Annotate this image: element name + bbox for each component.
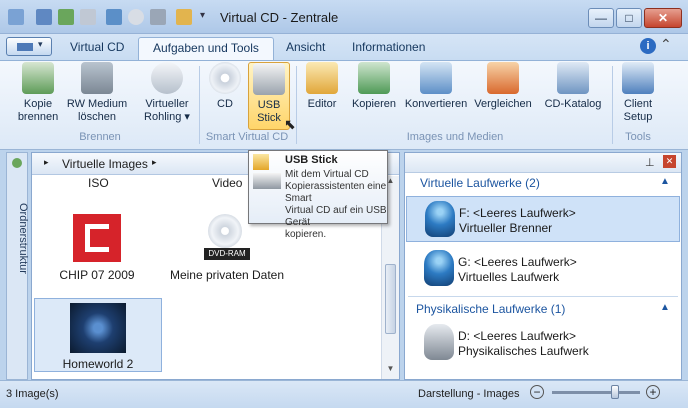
compare-icon <box>487 62 519 94</box>
breadcrumb-chevron-icon[interactable]: ▸ <box>44 157 49 168</box>
group-label-tools: Tools <box>625 131 651 143</box>
copy-icon <box>358 62 390 94</box>
breadcrumb-chevron-icon[interactable]: ▸ <box>152 157 157 168</box>
pin-icon[interactable] <box>12 158 22 168</box>
editor-button[interactable]: Editor <box>302 62 342 130</box>
bd-drive-icon <box>424 250 454 286</box>
vergleichen-button[interactable]: Vergleichen <box>470 62 536 130</box>
title-bar <box>0 0 688 34</box>
konvertieren-button[interactable]: Konvertieren <box>402 62 470 130</box>
minimize-button[interactable]: — <box>588 8 614 28</box>
ribbon-minimize-icon[interactable]: ⌃ <box>660 36 672 53</box>
group-label-images-und-medien: Images und Medien <box>406 131 504 143</box>
group-label-brennen: Brennen <box>79 131 121 143</box>
scroll-thumb[interactable] <box>385 264 396 334</box>
cd-katalog-button[interactable]: CD-Katalog <box>540 62 606 130</box>
chip-logo-icon <box>73 214 121 262</box>
star-icon <box>253 154 269 170</box>
client-setup-button[interactable]: Client Setup <box>616 62 660 130</box>
scroll-down-icon[interactable]: ▼ <box>384 364 397 378</box>
app-menu-button[interactable]: ▾ <box>6 37 52 56</box>
quick-access-drive-icon[interactable] <box>150 9 166 25</box>
quick-access-image-icon[interactable] <box>106 9 122 25</box>
virtueller-rohling-button[interactable]: Virtueller Rohling ▾ <box>138 62 196 130</box>
quick-access-edit-icon[interactable] <box>176 9 192 25</box>
pane-close-icon[interactable]: ✕ <box>663 155 676 168</box>
drive-item-f[interactable]: F: <Leeres Laufwerk> Virtueller Brenner <box>406 196 680 242</box>
image-item-chip[interactable]: CHIP 07 2009 <box>52 210 142 284</box>
dvd-drive-icon <box>424 324 454 360</box>
rw-medium-loeschen-button[interactable]: RW Medium löschen <box>62 62 132 130</box>
divider <box>408 296 678 297</box>
virtual-blank-disc-icon <box>151 62 183 94</box>
kopie-brennen-button[interactable]: Kopie brennen <box>10 62 66 130</box>
pane-pin-icon[interactable]: ⊥ <box>645 156 655 169</box>
cd-button[interactable]: CD <box>204 62 246 130</box>
group-label-smart-virtual-cd: Smart Virtual CD <box>205 131 289 143</box>
usb-stick-icon <box>253 63 285 95</box>
group-header-physical-drives[interactable]: Physikalische Laufwerke (1) <box>416 302 565 316</box>
tab-informationen[interactable]: Informationen <box>338 37 439 60</box>
status-bar: 3 Image(s) Darstellung - Images − + <box>0 380 688 408</box>
tab-aufgaben-und-tools[interactable]: Aufgaben und Tools <box>138 37 274 60</box>
zoom-out-icon[interactable]: − <box>530 385 544 399</box>
drives-pane-header <box>405 153 681 173</box>
dvd-ram-icon: DVD-RAM <box>204 214 250 264</box>
folder-structure-label: Ordnerstruktur <box>17 202 29 274</box>
maximize-button[interactable]: □ <box>616 8 642 28</box>
zoom-in-icon[interactable]: + <box>646 385 660 399</box>
help-icon[interactable]: i <box>640 38 656 54</box>
chevron-down-icon: ▾ <box>38 39 43 49</box>
tab-ansicht[interactable]: Ansicht <box>272 37 339 60</box>
editor-icon <box>306 62 338 94</box>
drive-item-d[interactable]: D: <Leeres Laufwerk> Physikalisches Lauf… <box>406 320 680 366</box>
rw-erase-icon <box>81 62 113 94</box>
kopieren-button[interactable]: Kopieren <box>346 62 402 130</box>
quick-access-cd-icon[interactable] <box>128 9 144 25</box>
breadcrumb-item[interactable]: Virtuelle Images <box>62 157 148 171</box>
app-icon[interactable] <box>8 9 24 25</box>
usb-stick-icon <box>253 173 281 189</box>
window-title: Virtual CD - Zentrale <box>220 10 339 25</box>
folder-structure-strip[interactable]: Ordnerstruktur <box>6 152 29 380</box>
burn-copy-icon <box>22 62 54 94</box>
catalog-icon <box>557 62 589 94</box>
quick-access-copy-icon[interactable] <box>58 9 74 25</box>
bd-drive-icon <box>425 201 455 237</box>
close-button[interactable]: ✕ <box>644 8 682 28</box>
client-setup-icon <box>622 62 654 94</box>
menu-icon <box>17 43 33 51</box>
collapse-icon[interactable]: ▲ <box>660 176 670 187</box>
quick-access-burn-icon[interactable] <box>36 9 52 25</box>
cd-star-icon <box>209 62 241 94</box>
usb-stick-tooltip: USB Stick Mit dem Virtual CD Kopierassis… <box>248 150 388 240</box>
view-label: Darstellung - Images <box>418 388 520 400</box>
group-header-virtual-drives[interactable]: Virtuelle Laufwerke (2) <box>420 176 540 190</box>
quick-access-dropdown-icon[interactable]: ▾ <box>200 10 205 21</box>
ribbon-separator <box>296 66 297 144</box>
zoom-slider-thumb[interactable] <box>611 385 620 399</box>
column-label-video: Video <box>212 176 243 190</box>
collapse-icon[interactable]: ▲ <box>660 302 670 313</box>
drive-item-g[interactable]: G: <Leeres Laufwerk> Virtuelles Laufwerk <box>406 246 680 292</box>
zoom-slider[interactable] <box>552 391 640 394</box>
quick-access-disc-icon[interactable] <box>80 9 96 25</box>
homeworld-icon <box>70 303 126 353</box>
tab-virtual-cd[interactable]: Virtual CD <box>56 37 138 60</box>
convert-icon <box>420 62 452 94</box>
image-item-homeworld-2[interactable]: Homeworld 2 <box>34 298 162 372</box>
column-label-iso: ISO <box>88 176 109 190</box>
image-count: 3 Image(s) <box>6 388 59 400</box>
ribbon-separator <box>612 66 613 144</box>
